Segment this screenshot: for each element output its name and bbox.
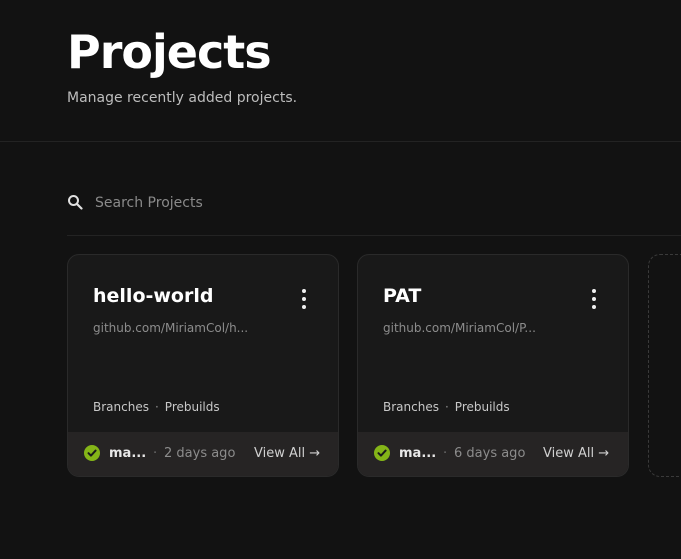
branches-link[interactable]: Branches <box>383 400 439 414</box>
project-card-footer: ma... · 2 days ago View All → <box>68 432 338 476</box>
project-repo-url: github.com/MiriamCol/P... <box>383 321 536 335</box>
page-title: Projects <box>67 25 272 79</box>
more-vertical-icon[interactable] <box>590 289 598 309</box>
check-circle-icon <box>374 445 390 461</box>
separator: · <box>154 400 159 414</box>
prebuilds-link[interactable]: Prebuilds <box>455 400 510 414</box>
branch-name[interactable]: ma... <box>109 446 146 461</box>
project-repo-url: github.com/MiriamCol/h... <box>93 321 249 335</box>
view-all-link[interactable]: View All → <box>543 446 609 461</box>
more-vertical-icon[interactable] <box>300 289 308 309</box>
branches-link[interactable]: Branches <box>93 400 149 414</box>
separator: · <box>443 446 448 461</box>
new-project-card[interactable] <box>648 254 681 477</box>
view-all-link[interactable]: View All → <box>254 446 320 461</box>
search-input[interactable] <box>95 191 495 215</box>
page-subtitle: Manage recently added projects. <box>67 90 298 106</box>
prebuilds-link[interactable]: Prebuilds <box>165 400 220 414</box>
separator: · <box>153 446 158 461</box>
search-bar <box>67 188 681 236</box>
branch-name[interactable]: ma... <box>399 446 436 461</box>
project-links: Branches · Prebuilds <box>93 400 220 414</box>
prebuild-time: 2 days ago <box>164 446 236 461</box>
project-name[interactable]: hello-world <box>93 285 213 307</box>
prebuild-time: 6 days ago <box>454 446 526 461</box>
project-card-footer: ma... · 6 days ago View All → <box>358 432 628 476</box>
project-card[interactable]: PAT github.com/MiriamCol/P... Branches · P… <box>357 254 629 477</box>
project-links: Branches · Prebuilds <box>383 400 510 414</box>
project-card[interactable]: hello-world github.com/MiriamCol/h... Br… <box>67 254 339 477</box>
check-circle-icon <box>84 445 100 461</box>
separator: · <box>444 400 449 414</box>
project-name[interactable]: PAT <box>383 285 421 307</box>
search-icon <box>67 194 83 210</box>
page-header: Projects Manage recently added projects. <box>0 0 681 142</box>
